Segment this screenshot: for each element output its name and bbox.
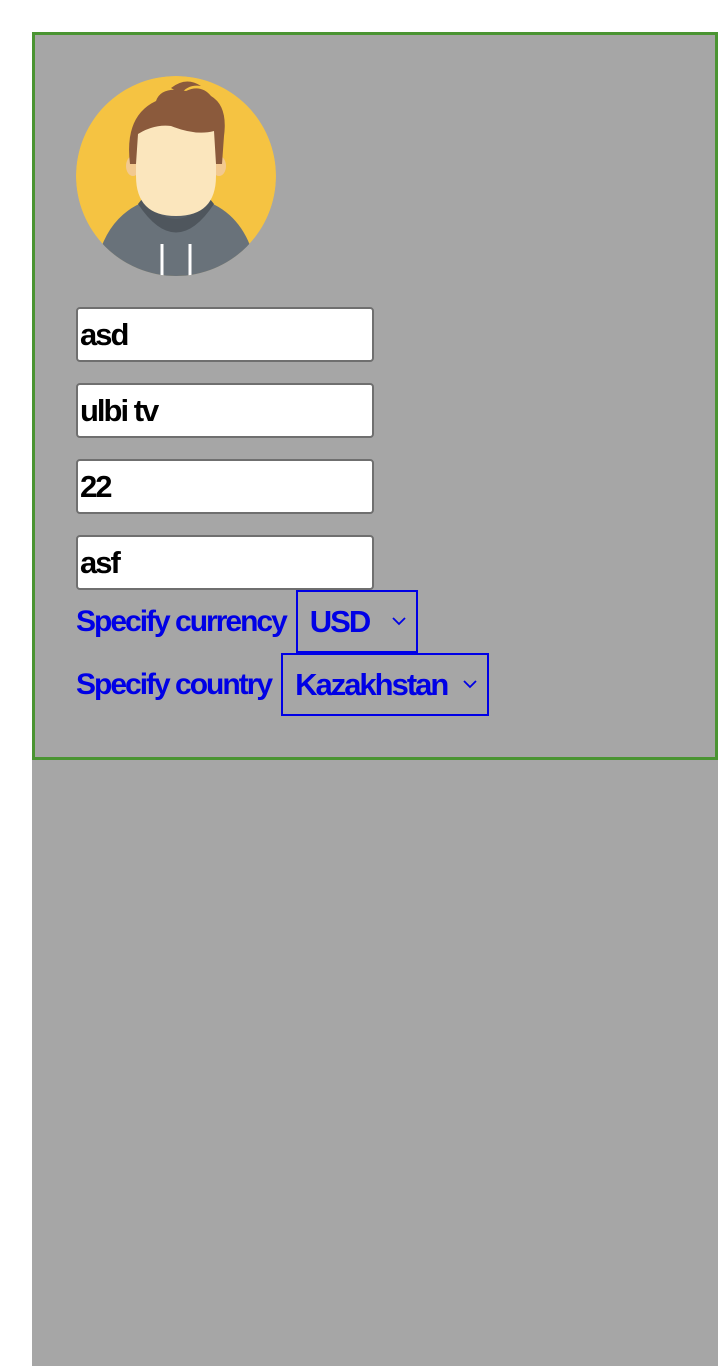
- currency-row: Specify currency USD: [76, 590, 418, 653]
- chevron-down-icon: [463, 679, 477, 688]
- last-name-input[interactable]: [78, 385, 372, 436]
- user-avatar-icon: [76, 76, 276, 276]
- first-name-field[interactable]: [76, 307, 374, 362]
- country-label: Specify country: [76, 667, 273, 701]
- address-input[interactable]: [78, 537, 372, 588]
- currency-label: Specify currency: [76, 604, 288, 638]
- last-name-field[interactable]: [76, 383, 374, 438]
- profile-card: Specify currency USD Specify country Kaz…: [32, 32, 718, 760]
- country-select[interactable]: Kazakhstan: [281, 653, 490, 716]
- address-field[interactable]: [76, 535, 374, 590]
- currency-selected-value: USD: [309, 603, 371, 639]
- age-input[interactable]: [78, 461, 372, 512]
- first-name-input[interactable]: [78, 309, 372, 360]
- age-field[interactable]: [76, 459, 374, 514]
- chevron-down-icon: [392, 616, 406, 625]
- country-row: Specify country Kazakhstan: [76, 653, 490, 716]
- currency-select[interactable]: USD: [295, 590, 418, 653]
- country-selected-value: Kazakhstan: [295, 666, 449, 702]
